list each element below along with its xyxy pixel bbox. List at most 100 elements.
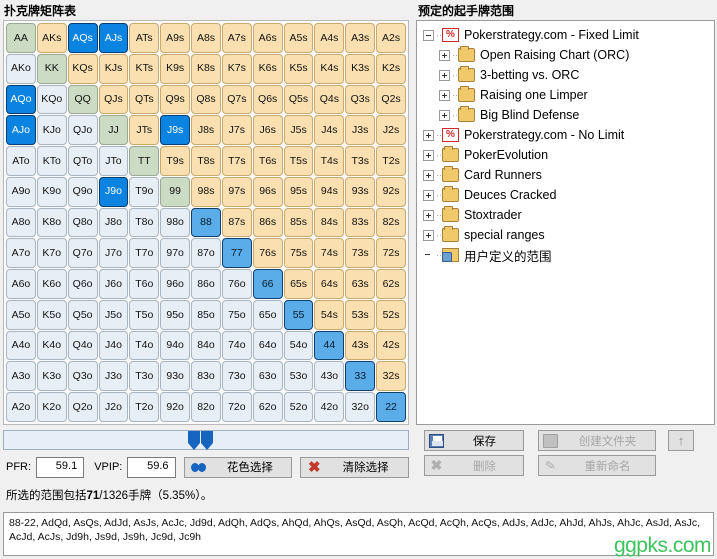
expand-icon[interactable] xyxy=(423,129,434,141)
hand-cell-K9o[interactable]: K9o xyxy=(36,176,67,207)
hand-matrix-grid[interactable]: AA AKs AQs AJs ATs A9s A8s A7s A6s A5s A4s A3s A2s AK… xyxy=(6,23,406,422)
hand-cell-J9o[interactable]: J9o xyxy=(98,176,129,207)
range-max-handle[interactable] xyxy=(201,431,213,450)
hand-cell-94o[interactable]: 94o xyxy=(160,330,191,361)
hand-cell-A4o[interactable]: A4o xyxy=(6,330,36,361)
hand-cell-A2o[interactable]: A2o xyxy=(6,392,36,422)
hand-cell-33[interactable]: 33 xyxy=(345,361,376,392)
hand-cell-J2s[interactable]: J2s xyxy=(376,115,406,146)
hand-cell-KJs[interactable]: KJs xyxy=(98,53,129,84)
hand-cell-76s[interactable]: 76s xyxy=(252,238,283,269)
hand-cell-QQ[interactable]: QQ xyxy=(67,84,98,115)
hand-cell-83o[interactable]: 83o xyxy=(191,361,221,392)
hand-cell-84o[interactable]: 84o xyxy=(191,330,221,361)
delete-button[interactable]: ✖ 删除 xyxy=(424,455,524,476)
hand-cell-ATo[interactable]: ATo xyxy=(6,146,36,176)
expand-icon[interactable] xyxy=(439,109,450,121)
hand-cell-ATs[interactable]: ATs xyxy=(129,23,160,53)
hand-cell-A7o[interactable]: A7o xyxy=(6,238,36,269)
hand-cell-82o[interactable]: 82o xyxy=(191,392,221,422)
hand-cell-93s[interactable]: 93s xyxy=(345,176,376,207)
hand-cell-T3o[interactable]: T3o xyxy=(129,361,160,392)
hand-cell-QJo[interactable]: QJo xyxy=(67,115,98,146)
hand-cell-96s[interactable]: 96s xyxy=(252,176,283,207)
hand-cell-J3s[interactable]: J3s xyxy=(345,115,376,146)
hand-cell-J5s[interactable]: J5s xyxy=(283,115,314,146)
hand-cell-J7o[interactable]: J7o xyxy=(98,238,129,269)
hand-cell-A3s[interactable]: A3s xyxy=(345,23,376,53)
hand-cell-Q7s[interactable]: Q7s xyxy=(221,84,252,115)
hand-cell-65o[interactable]: 65o xyxy=(252,299,283,330)
hand-cell-Q5o[interactable]: Q5o xyxy=(67,299,98,330)
hand-cell-T9o[interactable]: T9o xyxy=(129,176,160,207)
hand-cell-32s[interactable]: 32s xyxy=(376,361,406,392)
hand-cell-86o[interactable]: 86o xyxy=(191,269,221,299)
hand-cell-T4o[interactable]: T4o xyxy=(129,330,160,361)
hand-cell-J8s[interactable]: J8s xyxy=(191,115,221,146)
tree-item-11[interactable]: ⋯ 用户定义的范围 xyxy=(417,245,714,265)
hand-cell-54o[interactable]: 54o xyxy=(283,330,314,361)
hand-cell-97s[interactable]: 97s xyxy=(221,176,252,207)
hand-cell-A9s[interactable]: A9s xyxy=(160,23,191,53)
tree-item-10[interactable]: ⋯ special ranges xyxy=(417,225,714,245)
hand-cell-Q3s[interactable]: Q3s xyxy=(345,84,376,115)
hand-cell-A4s[interactable]: A4s xyxy=(314,23,345,53)
tree-item-5[interactable]: ⋯% Pokerstrategy.com - No Limit xyxy=(417,125,714,145)
hand-cell-T8s[interactable]: T8s xyxy=(191,146,221,176)
hand-cell-82s[interactable]: 82s xyxy=(376,207,406,238)
hand-cell-Q9o[interactable]: Q9o xyxy=(67,176,98,207)
hand-cell-JTo[interactable]: JTo xyxy=(98,146,129,176)
collapse-icon[interactable] xyxy=(423,29,434,41)
hand-cell-K6o[interactable]: K6o xyxy=(36,269,67,299)
hand-cell-76o[interactable]: 76o xyxy=(221,269,252,299)
rename-button[interactable]: ✎ 重新命名 xyxy=(538,455,656,476)
hand-cell-64s[interactable]: 64s xyxy=(314,269,345,299)
hand-cell-Q4o[interactable]: Q4o xyxy=(67,330,98,361)
hand-cell-A9o[interactable]: A9o xyxy=(6,176,36,207)
hand-cell-74s[interactable]: 74s xyxy=(314,238,345,269)
hand-cell-43o[interactable]: 43o xyxy=(314,361,345,392)
hand-cell-98o[interactable]: 98o xyxy=(160,207,191,238)
hand-cell-KTs[interactable]: KTs xyxy=(129,53,160,84)
hand-cell-A5s[interactable]: A5s xyxy=(283,23,314,53)
hand-cell-Q5s[interactable]: Q5s xyxy=(283,84,314,115)
tree-item-2[interactable]: ⋯ 3-betting vs. ORC xyxy=(417,65,714,85)
hand-cell-44[interactable]: 44 xyxy=(314,330,345,361)
hand-cell-J2o[interactable]: J2o xyxy=(98,392,129,422)
hand-cell-Q7o[interactable]: Q7o xyxy=(67,238,98,269)
hand-cell-62s[interactable]: 62s xyxy=(376,269,406,299)
hand-cell-85s[interactable]: 85s xyxy=(283,207,314,238)
tree-item-6[interactable]: ⋯ PokerEvolution xyxy=(417,145,714,165)
hand-cell-54s[interactable]: 54s xyxy=(314,299,345,330)
hand-cell-T5o[interactable]: T5o xyxy=(129,299,160,330)
hand-cell-J6o[interactable]: J6o xyxy=(98,269,129,299)
hand-cell-K6s[interactable]: K6s xyxy=(252,53,283,84)
hand-cell-K2o[interactable]: K2o xyxy=(36,392,67,422)
hand-cell-AJs[interactable]: AJs xyxy=(98,23,129,53)
hand-cell-92s[interactable]: 92s xyxy=(376,176,406,207)
hand-cell-A5o[interactable]: A5o xyxy=(6,299,36,330)
hand-cell-T3s[interactable]: T3s xyxy=(345,146,376,176)
hand-cell-95o[interactable]: 95o xyxy=(160,299,191,330)
hand-cell-86s[interactable]: 86s xyxy=(252,207,283,238)
hand-cell-T8o[interactable]: T8o xyxy=(129,207,160,238)
hand-cell-87o[interactable]: 87o xyxy=(191,238,221,269)
hand-cell-98s[interactable]: 98s xyxy=(191,176,221,207)
hand-cell-Q2s[interactable]: Q2s xyxy=(376,84,406,115)
hand-cell-Q9s[interactable]: Q9s xyxy=(160,84,191,115)
hand-cell-64o[interactable]: 64o xyxy=(252,330,283,361)
hand-cell-53o[interactable]: 53o xyxy=(283,361,314,392)
tree-item-8[interactable]: ⋯ Deuces Cracked xyxy=(417,185,714,205)
hand-cell-95s[interactable]: 95s xyxy=(283,176,314,207)
clear-select-button[interactable]: ✖ 清除选择 xyxy=(300,456,409,478)
hand-cell-65s[interactable]: 65s xyxy=(283,269,314,299)
hand-cell-Q2o[interactable]: Q2o xyxy=(67,392,98,422)
hand-cell-T2s[interactable]: T2s xyxy=(376,146,406,176)
hand-cell-96o[interactable]: 96o xyxy=(160,269,191,299)
hand-cell-85o[interactable]: 85o xyxy=(191,299,221,330)
hand-cell-A8o[interactable]: A8o xyxy=(6,207,36,238)
hand-cell-K8s[interactable]: K8s xyxy=(191,53,221,84)
expand-icon[interactable] xyxy=(439,49,450,61)
hand-cell-52s[interactable]: 52s xyxy=(376,299,406,330)
tree-item-3[interactable]: ⋯ Raising one Limper xyxy=(417,85,714,105)
